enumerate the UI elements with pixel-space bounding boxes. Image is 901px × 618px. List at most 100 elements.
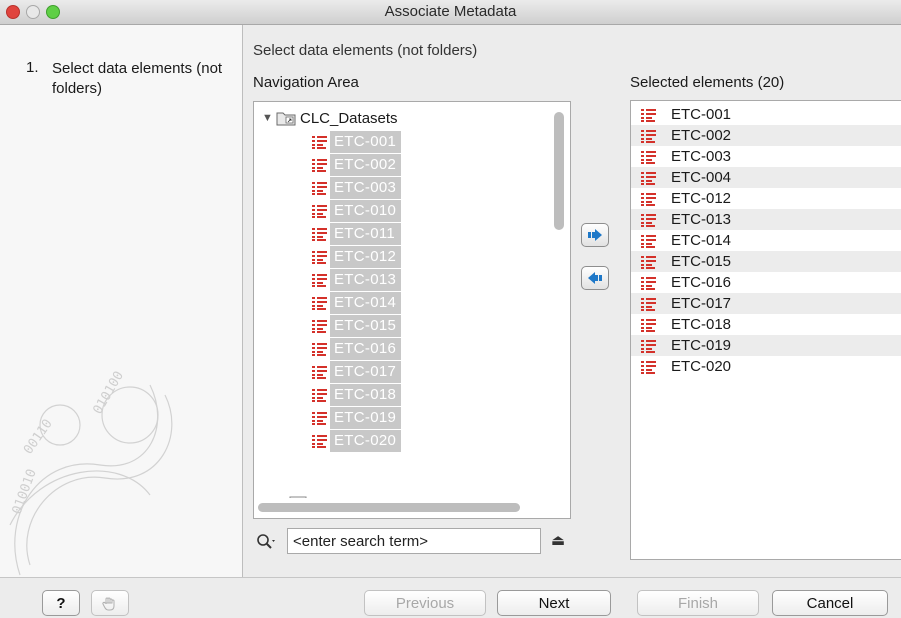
selected-item-label: ETC-003 xyxy=(671,148,732,165)
cancel-button[interactable]: Cancel xyxy=(772,590,888,616)
arrow-right-icon xyxy=(588,229,602,241)
tree-folder-clc-datasets[interactable]: ▼ CLC_Datasets xyxy=(262,108,398,128)
tree-item[interactable]: ETC-014 xyxy=(310,292,401,314)
tree-item[interactable]: ETC-016 xyxy=(310,338,401,360)
tree-item[interactable]: ETC-013 xyxy=(310,269,401,291)
next-button[interactable]: Next xyxy=(497,590,611,616)
sequence-list-icon xyxy=(312,274,327,287)
tree-item-label: ETC-001 xyxy=(330,131,401,153)
search-icon[interactable] xyxy=(256,533,278,551)
folder-icon xyxy=(276,112,296,126)
tree-item-label: ETC-020 xyxy=(330,430,401,452)
sequence-list-icon xyxy=(641,339,656,353)
tree-item[interactable]: ETC-019 xyxy=(310,407,401,429)
sequence-list-icon xyxy=(312,136,327,149)
sequence-list-icon xyxy=(641,213,656,227)
sequence-list-icon xyxy=(312,366,327,379)
tree-item-label: ETC-010 xyxy=(330,200,401,222)
tree-item-label: ETC-014 xyxy=(330,292,401,314)
arrow-left-icon xyxy=(588,272,602,284)
tree-item[interactable]: ETC-011 xyxy=(310,223,401,245)
selected-item-label: ETC-012 xyxy=(671,190,732,207)
selected-item-label: ETC-013 xyxy=(671,211,732,228)
sequence-list-icon xyxy=(641,276,656,290)
sequence-list-icon xyxy=(312,205,327,218)
selected-list-item[interactable]: ETC-020 xyxy=(631,356,901,377)
sequence-list-icon xyxy=(312,343,327,356)
selected-item-label: ETC-016 xyxy=(671,274,732,291)
tree-item[interactable]: ETC-012 xyxy=(310,246,401,268)
sequence-list-icon xyxy=(312,389,327,402)
selected-item-label: ETC-001 xyxy=(671,106,732,123)
selected-list-item[interactable]: ETC-002 xyxy=(631,125,901,146)
tree-item[interactable]: ETC-010 xyxy=(310,200,401,222)
selected-item-label: ETC-014 xyxy=(671,232,732,249)
page-title: Select data elements (not folders) xyxy=(253,42,478,59)
sequence-list-icon xyxy=(641,171,656,185)
step-label: Select data elements (not folders) xyxy=(52,60,223,97)
tree-item-label: ETC-015 xyxy=(330,315,401,337)
selected-list-item[interactable]: ETC-001 xyxy=(631,104,901,125)
sequence-list-icon xyxy=(312,297,327,310)
sequence-list-icon xyxy=(641,108,656,122)
disclosure-triangle-icon[interactable]: ▼ xyxy=(262,112,276,124)
sequence-list-icon xyxy=(641,192,656,206)
vertical-scrollbar[interactable] xyxy=(554,112,564,230)
help-button[interactable]: ? xyxy=(42,590,80,616)
remove-from-selection-button[interactable] xyxy=(581,266,609,290)
undo-hand-icon xyxy=(102,597,115,611)
tree-item[interactable]: ETC-003 xyxy=(310,177,401,199)
tree-root-label: CLC_Datasets xyxy=(300,109,398,127)
bottom-separator xyxy=(0,577,901,578)
tree-item[interactable]: ETC-015 xyxy=(310,315,401,337)
sequence-list-icon xyxy=(312,320,327,333)
selected-list-item[interactable]: ETC-014 xyxy=(631,230,901,251)
selected-list-item[interactable]: ETC-003 xyxy=(631,146,901,167)
tree-item-label: ETC-017 xyxy=(330,361,401,383)
selected-item-label: ETC-004 xyxy=(671,169,732,186)
add-to-selection-button[interactable] xyxy=(581,223,609,247)
decorative-swirl-icon: 00110 010100 010010 xyxy=(9,369,173,576)
window-title: Associate Metadata xyxy=(384,3,517,20)
wizard-steps-panel: 1. Select data elements (not folders) 00… xyxy=(0,25,243,578)
selected-list-item[interactable]: ETC-015 xyxy=(631,251,901,272)
selected-list-item[interactable]: ETC-004 xyxy=(631,167,901,188)
tree-item-label: ETC-003 xyxy=(330,177,401,199)
selected-item-label: ETC-018 xyxy=(671,316,732,333)
selected-list-item[interactable]: ETC-013 xyxy=(631,209,901,230)
selected-item-label: ETC-017 xyxy=(671,295,732,312)
tree-item[interactable]: ETC-017 xyxy=(310,361,401,383)
tree-item[interactable]: ETC-018 xyxy=(310,384,401,406)
selected-list-item[interactable]: ETC-017 xyxy=(631,293,901,314)
step-number: 1. xyxy=(26,59,39,76)
selected-elements-list[interactable]: ETC-001 ETC-002 ETC-003 ETC-004 ETC-012 ETC-0… xyxy=(630,100,901,560)
sequence-list-icon xyxy=(641,150,656,164)
sequence-list-icon xyxy=(641,129,656,143)
tree-item-label: ETC-013 xyxy=(330,269,401,291)
svg-text:010010: 010010 xyxy=(10,467,40,516)
tree-item-label: ETC-016 xyxy=(330,338,401,360)
tree-item[interactable]: ETC-002 xyxy=(310,154,401,176)
navigation-area-label: Navigation Area xyxy=(253,74,359,91)
navigation-tree[interactable]: ▼ CLC_Datasets ETC-001 ETC-002 ETC-003 ETC-… xyxy=(253,101,571,519)
tree-item[interactable]: ETC-001 xyxy=(310,131,401,153)
eject-icon[interactable]: ⏏ xyxy=(549,531,567,551)
tree-item-label: ETC-012 xyxy=(330,246,401,268)
tree-item-label: ETC-018 xyxy=(330,384,401,406)
sequence-list-icon xyxy=(641,255,656,269)
selected-list-item[interactable]: ETC-018 xyxy=(631,314,901,335)
sequence-list-icon xyxy=(312,412,327,425)
selected-item-label: ETC-002 xyxy=(671,127,732,144)
sequence-list-icon xyxy=(312,182,327,195)
selected-list-item[interactable]: ETC-019 xyxy=(631,335,901,356)
search-input[interactable] xyxy=(287,528,541,554)
selected-list-item[interactable]: ETC-016 xyxy=(631,272,901,293)
finish-button[interactable]: Finish xyxy=(637,590,759,616)
reset-button[interactable] xyxy=(91,590,129,616)
sequence-list-icon xyxy=(641,297,656,311)
selected-list-item[interactable]: ETC-012 xyxy=(631,188,901,209)
horizontal-scrollbar[interactable] xyxy=(258,503,520,512)
tree-item[interactable]: ETC-020 xyxy=(310,430,401,452)
window-titlebar: Associate Metadata xyxy=(0,0,901,25)
previous-button[interactable]: Previous xyxy=(364,590,486,616)
